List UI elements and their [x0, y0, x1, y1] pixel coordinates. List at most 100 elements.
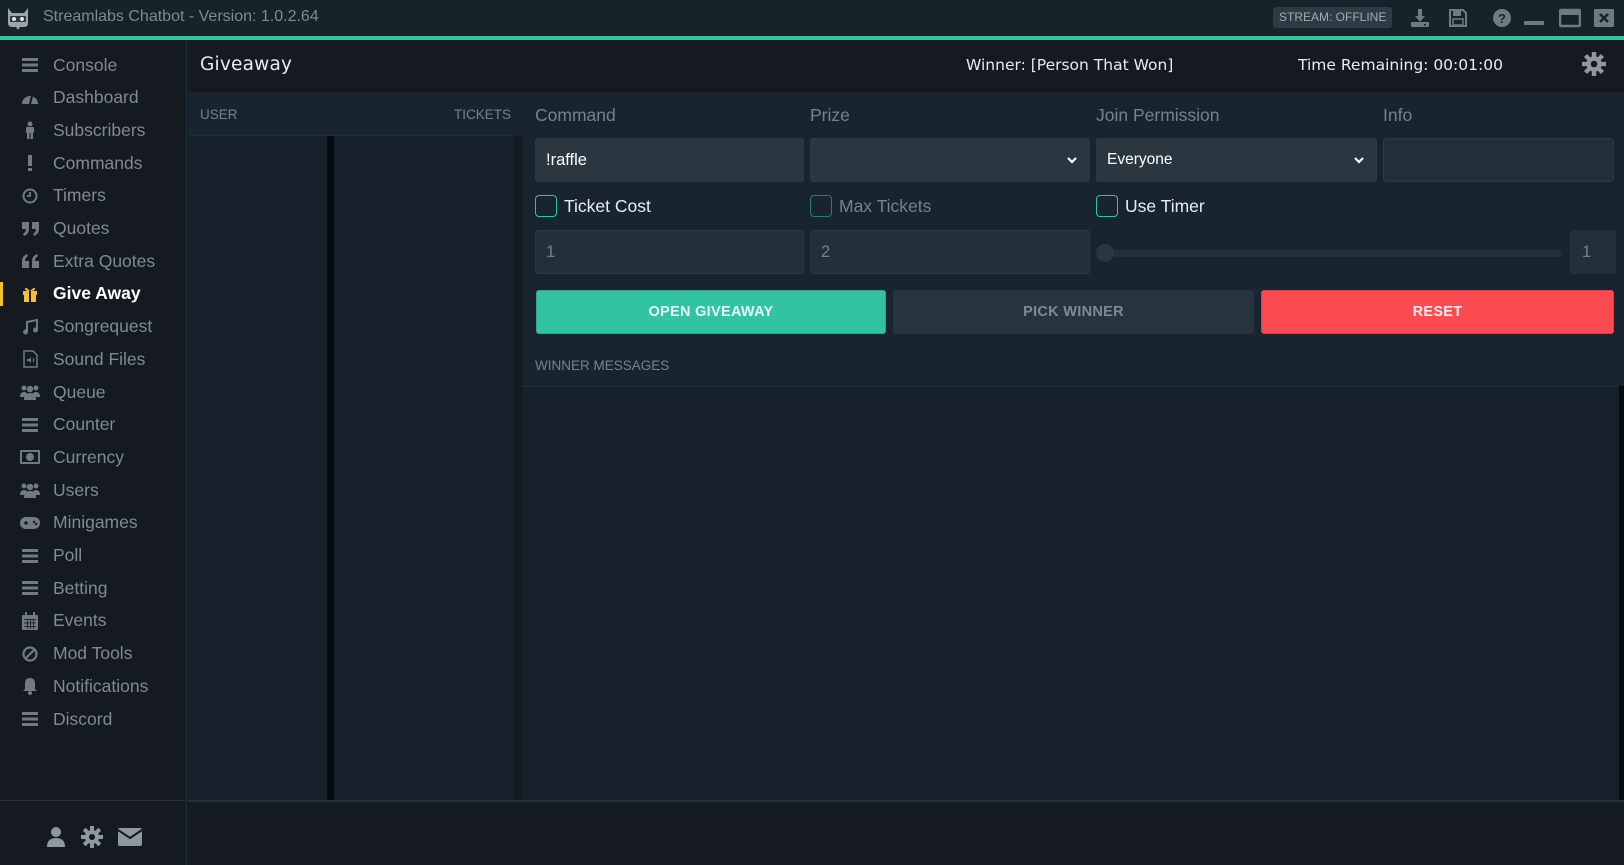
max-tickets-input[interactable]: 2 [810, 230, 1090, 274]
gamepad-icon [20, 513, 40, 533]
timer-slider-thumb[interactable] [1096, 244, 1114, 262]
user-icon[interactable] [44, 825, 68, 849]
stream-status-badge: STREAM: OFFLINE [1273, 7, 1393, 28]
reset-button[interactable]: RESET [1261, 290, 1614, 334]
minimize-icon[interactable] [1522, 6, 1546, 30]
prize-select[interactable] [810, 138, 1090, 182]
sidebar-item-users[interactable]: Users [0, 473, 186, 507]
sidebar-item-label: Timers [53, 185, 106, 206]
sidebar-item-poll[interactable]: Poll [0, 539, 186, 573]
download-icon[interactable] [1408, 6, 1432, 30]
sidebar-item-give-away[interactable]: Give Away [0, 277, 186, 311]
use-timer-checkbox[interactable] [1096, 195, 1118, 217]
sidebar-item-notifications[interactable]: Notifications [0, 669, 186, 703]
help-icon[interactable]: ? [1490, 6, 1514, 30]
sidebar-item-commands[interactable]: Commands [0, 146, 186, 180]
ticket-cost-label: Ticket Cost [564, 196, 651, 216]
sidebar-item-timers[interactable]: Timers [0, 179, 186, 213]
sidebar-item-songrequest[interactable]: Songrequest [0, 310, 186, 344]
person-icon [20, 120, 40, 140]
sidebar-item-currency[interactable]: Currency [0, 440, 186, 474]
sidebar-item-counter[interactable]: Counter [0, 408, 186, 442]
join-permission-label: Join Permission [1096, 105, 1220, 125]
ticket-cost-checkbox[interactable] [535, 195, 557, 217]
music-icon [20, 317, 40, 337]
open-giveaway-button[interactable]: OPEN GIVEAWAY [536, 290, 886, 334]
user-list-scrollbar[interactable] [327, 136, 334, 800]
sidebar-item-label: Console [53, 54, 118, 75]
sidebar-item-label: Extra Quotes [53, 250, 156, 271]
app-version: - Version: 1.0.2.64 [188, 8, 319, 25]
list-icon [20, 546, 40, 566]
bell-icon [20, 676, 40, 696]
sidebar-item-mod-tools[interactable]: Mod Tools [0, 637, 186, 671]
envelope-icon[interactable] [118, 825, 142, 849]
sidebar-item-label: Give Away [53, 283, 141, 304]
sidebar-item-extra-quotes[interactable]: Extra Quotes [0, 244, 186, 278]
list-icon [20, 578, 40, 598]
sidebar-item-label: Dashboard [53, 87, 139, 108]
prize-label: Prize [810, 105, 850, 125]
close-icon[interactable] [1592, 6, 1616, 30]
column-user[interactable]: USER [200, 107, 238, 122]
ban-icon [20, 644, 40, 664]
sidebar-item-label: Mod Tools [53, 643, 133, 664]
sidebar-item-label: Quotes [53, 218, 110, 238]
time-remaining: Time Remaining: 00:01:00 [1298, 56, 1503, 74]
user-tickets-panel: USER TICKETS [188, 92, 515, 800]
chevron-down-icon [1067, 157, 1077, 164]
app-logo-icon [8, 8, 28, 30]
sidebar-item-label: Betting [53, 577, 108, 598]
sidebar-item-events[interactable]: Events [0, 604, 186, 638]
sidebar-item-label: Discord [53, 708, 113, 729]
sidebar-item-label: Poll [53, 545, 83, 565]
sidebar-item-queue[interactable]: Queue [0, 375, 186, 409]
calendar-icon [20, 611, 40, 631]
user-table-header: USER TICKETS [188, 92, 515, 136]
winner-messages-label: WINNER MESSAGES [535, 358, 670, 373]
join-permission-select[interactable]: Everyone [1096, 138, 1377, 182]
sidebar-item-label: Counter [53, 414, 116, 435]
main-header: Giveaway Winner: [Person That Won] Time … [188, 40, 1624, 92]
ticket-cost-input[interactable]: 1 [535, 230, 804, 274]
giveaway-settings-button[interactable] [1582, 52, 1608, 78]
svg-text:?: ? [1498, 11, 1506, 26]
command-label: Command [535, 105, 616, 125]
clock-icon [20, 186, 40, 206]
sidebar-item-minigames[interactable]: Minigames [0, 506, 186, 540]
timer-slider-track[interactable] [1096, 250, 1562, 257]
winner-messages-area [522, 386, 1619, 800]
sidebar-item-betting[interactable]: Betting [0, 571, 186, 605]
sidebar-item-quotes[interactable]: Quotes [0, 212, 186, 246]
max-tickets-checkbox[interactable] [810, 195, 832, 217]
users-icon [20, 480, 40, 500]
users-icon [20, 382, 40, 402]
winner-messages-scrollbar[interactable] [1619, 386, 1624, 800]
sidebar-item-dashboard[interactable]: Dashboard [0, 81, 186, 115]
sidebar: Console Dashboard Subscribers Commands Timer… [0, 40, 187, 800]
pick-winner-button[interactable]: PICK WINNER [893, 290, 1254, 334]
sidebar-item-label: Minigames [53, 512, 138, 533]
sidebar-item-label: Users [53, 479, 99, 500]
sidebar-item-label: Currency [53, 446, 124, 467]
sidebar-item-label: Sound Files [53, 348, 146, 369]
sidebar-item-subscribers[interactable]: Subscribers [0, 113, 186, 147]
save-icon[interactable] [1446, 6, 1470, 30]
maximize-icon[interactable] [1558, 6, 1582, 30]
column-tickets[interactable]: TICKETS [454, 107, 511, 122]
chevron-down-icon [1354, 157, 1364, 164]
list-icon [20, 709, 40, 729]
gift-icon [20, 284, 40, 304]
gear-icon[interactable] [80, 825, 104, 849]
timer-slider-value[interactable]: 1 [1570, 230, 1616, 274]
sidebar-item-console[interactable]: Console [0, 48, 186, 82]
form-spacer [515, 92, 522, 136]
command-input[interactable]: !raffle [535, 138, 804, 182]
sidebar-item-sound-files[interactable]: Sound Files [0, 342, 186, 376]
use-timer-label: Use Timer [1125, 196, 1205, 216]
info-input[interactable] [1383, 138, 1614, 182]
sidebar-item-label: Commands [53, 152, 143, 173]
sidebar-item-discord[interactable]: Discord [0, 702, 186, 736]
info-label: Info [1383, 105, 1413, 125]
sidebar-footer [0, 800, 187, 865]
